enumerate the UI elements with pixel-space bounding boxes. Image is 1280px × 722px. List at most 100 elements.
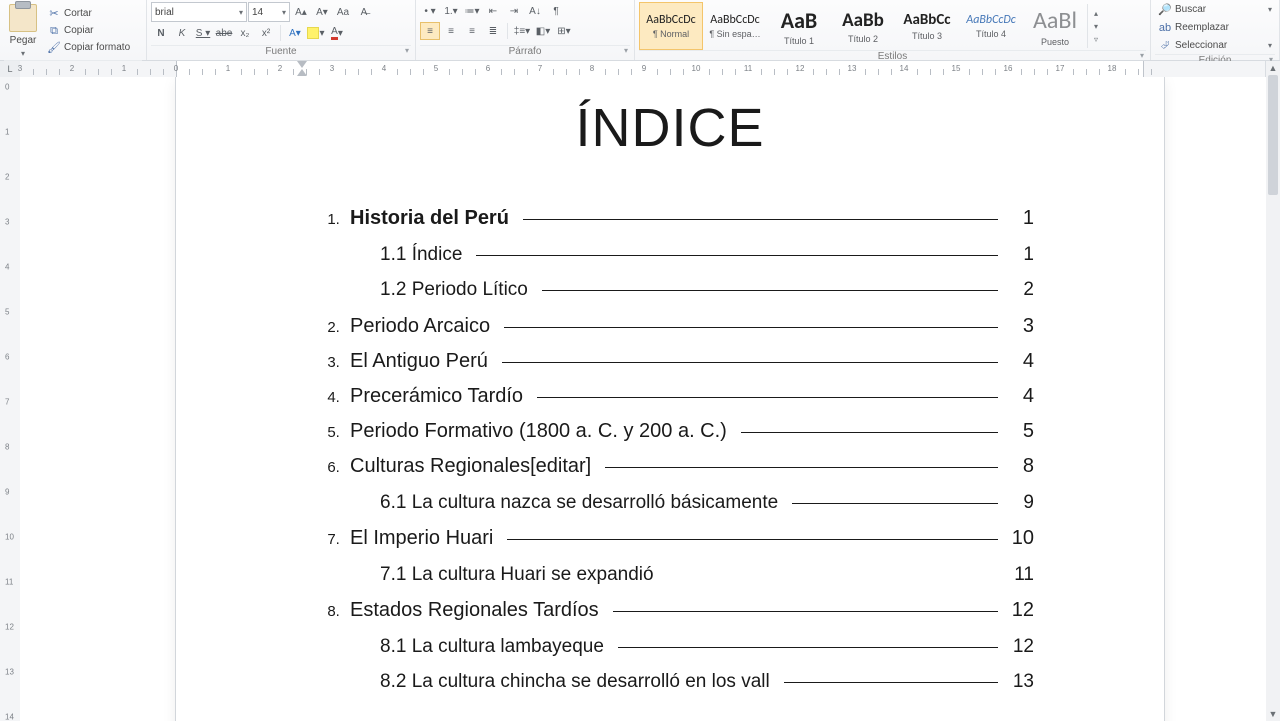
toc-page: 12 [1012,593,1034,628]
toc-subentry: 1.2 Periodo Lítico2 [380,273,1034,306]
ruler-tick: 0 [5,83,9,92]
style-tile[interactable]: AaBbTítulo 2 [831,2,895,50]
toc-page: 1 [1012,201,1034,236]
toc-leader [523,219,998,220]
ruler-tick: 8 [5,443,9,452]
bullets-button[interactable]: • ▾ [420,2,440,20]
format-painter-button[interactable]: 🖌 Copiar formato [44,40,133,56]
toc-text: Culturas Regionales[editar] [350,449,591,484]
pilcrow-button[interactable]: ¶ [546,2,566,20]
ruler-tick: 9 [5,488,9,497]
select-button[interactable]: ⮰ Seleccionar ▾ [1155,38,1275,54]
toc-page: 9 [1012,486,1034,519]
indent-button[interactable]: ⇥ [504,2,524,20]
style-tile[interactable]: AaBbCcDc¶ Normal [639,2,703,50]
style-sample: AaBbCcDc [966,13,1015,27]
style-tile[interactable]: AaBbCcTítulo 3 [895,2,959,50]
toc-leader [613,611,998,612]
style-name: Título 3 [912,31,942,41]
binoculars-icon: 🔎 [1158,3,1172,17]
ruler-tick: 12 [5,623,14,632]
cut-button[interactable]: ✂ Cortar [44,6,133,22]
toc-leader [502,362,998,363]
ribbon: Pegar ▾ ✂ Cortar ⧉ Copiar 🖌 Copiar forma… [0,0,1280,61]
ruler-tick: 3 [5,218,9,227]
style-name: Título 2 [848,34,878,44]
find-label: Buscar [1175,5,1206,15]
ruler-tick: 13 [5,668,14,677]
toc-subentry: 6.1 La cultura nazca se desarrolló básic… [380,486,1034,519]
align-left-button[interactable]: ≡ [420,22,440,40]
copy-button[interactable]: ⧉ Copiar [44,23,133,39]
toc-text: 1.1 Índice [380,238,462,271]
ruler-tick: 14 [5,713,14,722]
cut-label: Cortar [64,9,92,19]
font-family-combo[interactable]: brial ▾ [151,2,247,22]
find-button[interactable]: 🔎 Buscar ▾ [1155,2,1275,18]
multilevel-button[interactable]: ≔▾ [462,2,482,20]
style-tile[interactable]: AaBbCcDcTítulo 4 [959,2,1023,50]
toc-subentry: 1.1 Índice1 [380,238,1034,271]
style-gallery-more[interactable]: ▴▾▿ [1087,4,1104,48]
borders-button[interactable]: ⊞▾ [554,22,574,40]
line-spacing-button[interactable]: ‡≡▾ [512,22,532,40]
grow-font-button[interactable]: A▴ [291,3,311,21]
style-gallery[interactable]: AaBbCcDc¶ NormalAaBbCcDc¶ Sin espa…AaBTí… [639,2,1146,50]
toc-entry: El Antiguo Perú4 [350,344,1034,379]
fmt-label: Copiar formato [64,43,130,53]
document-canvas[interactable]: ÍNDICE Historia del Perú11.1 Índice11.2 … [20,77,1266,721]
style-tile[interactable]: AaBlPuesto [1023,2,1087,50]
toc-subentry: 8.2 La cultura chincha se desarrolló en … [380,665,1034,698]
toc-entry: Periodo Formativo (1800 a. C. y 200 a. C… [350,414,1034,449]
ruler-tick: 1 [122,64,126,73]
sort-button[interactable]: A↓ [525,2,545,20]
scrollbar-vertical[interactable]: ▲ ▼ [1265,61,1280,721]
replace-button[interactable]: ab Reemplazar [1155,20,1275,36]
clear-formatting-button[interactable]: A̶ [354,3,374,21]
toc-page: 13 [1012,665,1034,698]
paste-button[interactable]: Pegar ▾ [4,2,42,60]
document-body[interactable]: ÍNDICE Historia del Perú11.1 Índice11.2 … [176,77,1164,721]
first-line-indent-marker[interactable] [297,61,307,68]
bold-button[interactable]: N [151,24,171,42]
highlight-button[interactable]: ▾ [306,24,326,42]
superscript-button[interactable]: x² [256,24,276,42]
ruler-horizontal[interactable]: 3210123456789101112131415161718 [20,61,1266,78]
toc-leader [504,327,998,328]
numbering-button[interactable]: 1.▾ [441,2,461,20]
toc-item: Historia del Perú 11.1 Índice11.2 Periodo… [344,201,1034,307]
outdent-button[interactable]: ⇤ [483,2,503,20]
style-tile[interactable]: AaBTítulo 1 [767,2,831,50]
ruler-tick: 5 [5,308,9,317]
ruler-tick: 18 [1108,64,1117,73]
change-case-button[interactable]: Aa [333,3,353,21]
justify-button[interactable]: ≣ [483,22,503,40]
underline-button[interactable]: S ▾ [193,24,213,42]
italic-button[interactable]: K [172,24,192,42]
cursor-icon: ⮰ [1158,39,1172,53]
toc-text: Historia del Perú [350,201,509,236]
scroll-up-button[interactable]: ▲ [1266,61,1280,75]
scroll-down-button[interactable]: ▼ [1266,707,1280,721]
ruler-tick: 5 [434,64,438,73]
ruler-vertical[interactable]: 01234567891011121314 [0,77,21,721]
scroll-thumb[interactable] [1268,75,1278,195]
font-size-combo[interactable]: 14 ▾ [248,2,290,22]
align-center-button[interactable]: ≡ [441,22,461,40]
toc-leader [537,397,998,398]
shrink-font-button[interactable]: A▾ [312,3,332,21]
style-name: Título 1 [784,36,814,46]
strike-button[interactable]: abe [214,24,234,42]
toc-item: Periodo Arcaico3 [344,309,1034,344]
text-effects-button[interactable]: A▾ [285,24,305,42]
subscript-button[interactable]: x₂ [235,24,255,42]
paste-label: Pegar [10,36,37,46]
ruler-tick: 2 [278,64,282,73]
shading-button[interactable]: ◧▾ [533,22,553,40]
style-tile[interactable]: AaBbCcDc¶ Sin espa… [703,2,767,50]
toc-leader [507,539,997,540]
align-right-button[interactable]: ≡ [462,22,482,40]
font-color-button[interactable]: A▾ [327,24,347,42]
toc-text: Estados Regionales Tardíos [350,593,599,628]
ruler-tick: 15 [952,64,961,73]
